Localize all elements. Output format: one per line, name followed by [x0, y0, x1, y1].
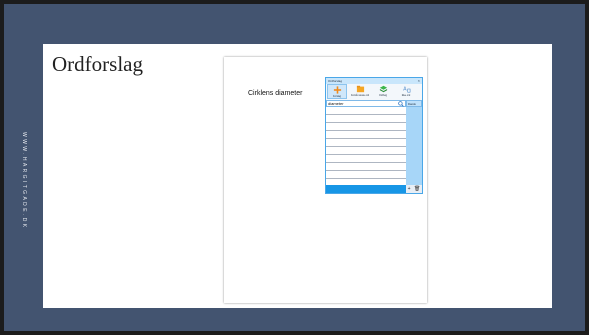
list-item[interactable]: [326, 147, 406, 155]
suggest-button[interactable]: Forslag: [327, 84, 347, 99]
search-input[interactable]: diameter: [326, 100, 406, 107]
list-item[interactable]: [326, 107, 406, 115]
list-item[interactable]: [326, 131, 406, 139]
suggest-next-word-label: Forslå næste ord: [350, 94, 370, 97]
right-panel: [406, 107, 422, 187]
slide-title: Ordforslag: [52, 52, 143, 76]
document-page: Cirklens diameter Ordforslag × Forslag F…: [224, 57, 427, 303]
toolbar: Forslag Forslå næste ord Ordbog A Ikke o…: [326, 84, 422, 99]
search-row: diameter Dansk: [326, 100, 422, 107]
list-item[interactable]: [326, 163, 406, 171]
plus-icon: [333, 86, 341, 94]
book-icon: [379, 85, 387, 93]
trash-icon[interactable]: 🗑: [414, 186, 420, 192]
window-titlebar: Ordforslag ×: [326, 78, 422, 84]
document-text: Cirklens diameter: [248, 90, 303, 97]
dictionary-button[interactable]: Ordbog: [373, 84, 393, 99]
suggestion-area: [326, 107, 422, 187]
text-icon: A: [403, 87, 410, 93]
bottom-actions: + 🗑: [406, 185, 422, 193]
add-icon[interactable]: +: [408, 186, 411, 192]
side-url-text: WWW.HARGITGADE.DK: [21, 132, 27, 230]
window-title: Ordforslag: [328, 79, 343, 83]
bottom-bar: + 🗑: [326, 185, 422, 193]
not-word-label: Ikke ord: [401, 94, 411, 97]
list-item[interactable]: [326, 115, 406, 123]
slide-content: Ordforslag Cirklens diameter Ordforslag …: [43, 44, 552, 308]
list-item[interactable]: [326, 123, 406, 131]
slide-frame: WWW.HARGITGADE.DK Ordforslag Cirklens di…: [4, 4, 585, 331]
bottom-status: [326, 185, 406, 193]
suggest-label: Forslag: [333, 95, 341, 98]
search-value: diameter: [328, 101, 344, 106]
svg-text:A: A: [403, 87, 407, 93]
suggest-next-word-button[interactable]: Forslå næste ord: [350, 84, 370, 99]
not-word-button[interactable]: A Ikke ord: [396, 84, 416, 99]
search-icon[interactable]: [398, 101, 404, 107]
folder-icon: [356, 85, 364, 93]
suggestion-list[interactable]: [326, 107, 406, 187]
word-suggestion-window: Ordforslag × Forslag Forslå næste ord Or…: [325, 77, 423, 194]
list-item[interactable]: [326, 155, 406, 163]
dictionary-label: Ordbog: [379, 94, 387, 97]
list-item[interactable]: [326, 171, 406, 179]
close-icon[interactable]: ×: [418, 78, 420, 84]
language-select[interactable]: Dansk: [406, 100, 422, 107]
list-item[interactable]: [326, 139, 406, 147]
